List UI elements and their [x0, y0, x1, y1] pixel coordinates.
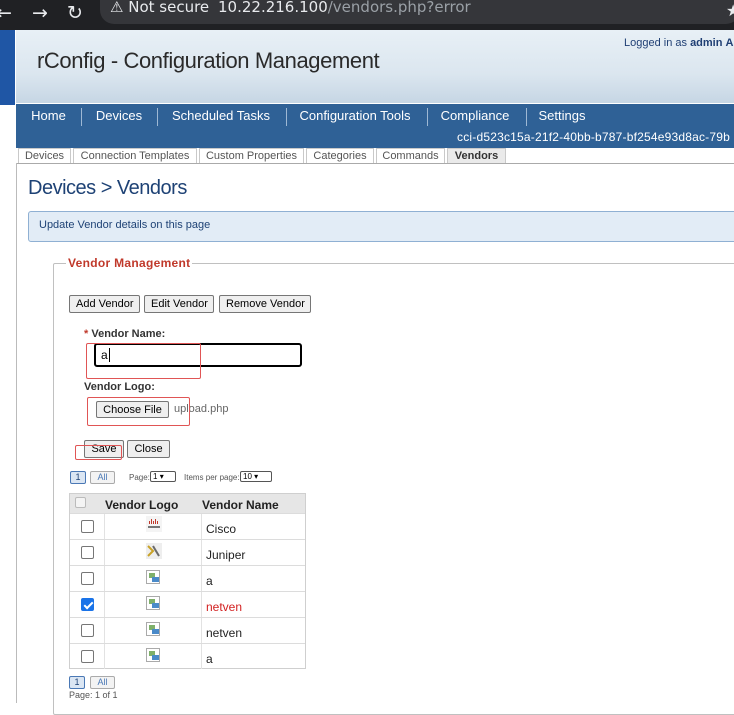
logged-in-user[interactable]: admin	[690, 37, 722, 49]
fieldset-legend: Vendor Management	[66, 256, 193, 270]
cisco-logo-icon	[146, 516, 162, 532]
column-header-logo: Vendor Logo	[105, 498, 179, 512]
broken-image-icon	[146, 622, 160, 636]
url-text[interactable]: 10.22.216.100/vendors.php?error	[218, 0, 471, 16]
page-count-value: 1 of 1	[95, 690, 118, 700]
items-per-page-select[interactable]: 10 ▾	[240, 471, 272, 482]
nav-configuration-tools[interactable]: Configuration Tools	[290, 104, 420, 128]
page-title: Devices > Vendors	[28, 177, 187, 199]
vendor-name: a	[206, 652, 213, 666]
logged-in-status: Logged in as admin A	[624, 37, 733, 49]
vendor-name: a	[206, 574, 213, 588]
vendor-name: Juniper	[206, 548, 246, 562]
items-per-page-value: 10	[243, 472, 252, 481]
vendor-name: netven	[206, 626, 243, 640]
chevron-down-icon: ▾	[159, 472, 164, 481]
subtabs-divider	[16, 163, 734, 164]
nav-home[interactable]: Home	[18, 104, 79, 128]
left-accent-bar	[0, 30, 15, 105]
page-select-label: Page:	[129, 473, 150, 482]
broken-image-icon	[146, 648, 160, 662]
close-button[interactable]: Close	[127, 440, 170, 458]
row-divider	[70, 617, 305, 618]
highlight-box	[87, 397, 190, 426]
nav-divider	[81, 108, 82, 126]
warning-triangle-icon: ⚠	[110, 0, 124, 16]
nav-settings[interactable]: Settings	[530, 104, 594, 128]
items-per-page-label: Items per page:	[184, 473, 240, 482]
row-checkbox[interactable]	[81, 546, 94, 559]
pager-page-1-bottom[interactable]: 1	[69, 676, 85, 689]
app-title: rConfig - Configuration Management	[37, 48, 380, 73]
security-indicator[interactable]: ⚠ Not secure	[110, 0, 209, 16]
row-checkbox[interactable]	[81, 650, 94, 663]
row-divider	[70, 643, 305, 644]
row-divider	[70, 591, 305, 592]
nav-divider	[157, 108, 158, 126]
subtab-vendors[interactable]: Vendors	[447, 148, 506, 164]
bookmark-star-icon[interactable]: ★	[726, 1, 734, 20]
remove-vendor-button[interactable]: Remove Vendor	[219, 295, 311, 313]
pager-all-bottom[interactable]: All	[90, 676, 115, 689]
subtab-commands[interactable]: Commands	[376, 148, 445, 164]
broken-image-icon	[146, 570, 160, 584]
add-vendor-button[interactable]: Add Vendor	[69, 295, 140, 313]
pager-page-1[interactable]: 1	[70, 471, 86, 484]
broken-image-icon	[146, 596, 160, 610]
url-host: 10.22.216.100	[218, 0, 328, 16]
info-text: Update Vendor details on this page	[39, 219, 211, 231]
page-count-prefix: Page:	[69, 690, 93, 700]
vendor-name-label: * Vendor Name:	[84, 328, 165, 340]
logged-in-suffix[interactable]: A	[726, 37, 734, 49]
pager-all[interactable]: All	[90, 471, 115, 484]
security-label: Not secure	[128, 0, 210, 16]
nav-compliance[interactable]: Compliance	[431, 104, 519, 128]
select-all-checkbox[interactable]	[75, 497, 86, 508]
row-checkbox[interactable]	[81, 520, 94, 533]
row-divider	[70, 539, 305, 540]
vendor-name-selected: netven	[206, 600, 243, 614]
back-arrow-icon[interactable]: ←	[0, 2, 12, 24]
row-checkbox-checked[interactable]	[81, 598, 94, 611]
vendor-name-label-text: Vendor Name:	[91, 328, 166, 340]
row-checkbox[interactable]	[81, 572, 94, 585]
row-checkbox[interactable]	[81, 624, 94, 637]
vendor-logo-label: Vendor Logo:	[84, 381, 155, 393]
subtab-custom-properties[interactable]: Custom Properties	[199, 148, 304, 164]
nav-divider	[286, 108, 287, 126]
required-marker: *	[84, 328, 89, 340]
content-border	[16, 163, 17, 703]
subtab-devices[interactable]: Devices	[18, 148, 71, 164]
edit-vendor-button[interactable]: Edit Vendor	[144, 295, 214, 313]
nav-devices[interactable]: Devices	[84, 104, 154, 128]
nav-divider	[427, 108, 428, 126]
subtab-categories[interactable]: Categories	[306, 148, 374, 164]
row-divider	[70, 513, 305, 514]
url-path: /vendors.php?error	[327, 0, 471, 16]
highlight-box	[75, 445, 122, 460]
page-select[interactable]: 1 ▾	[150, 471, 176, 482]
chevron-down-icon: ▾	[254, 472, 259, 481]
instance-id: cci-d523c15a-21f2-40bb-b787-bf254e93d8ac…	[457, 130, 730, 144]
highlight-box	[86, 343, 201, 379]
page-count: Page: 1 of 1	[69, 690, 118, 700]
nav-divider	[526, 108, 527, 126]
juniper-logo-icon	[146, 543, 162, 559]
vendor-name: Cisco	[206, 522, 237, 536]
reload-icon[interactable]: ↻	[67, 2, 83, 24]
logged-in-prefix: Logged in as	[624, 37, 687, 49]
page-select-value: 1	[153, 472, 158, 481]
column-header-name: Vendor Name	[202, 498, 279, 512]
forward-arrow-icon[interactable]: →	[32, 2, 48, 24]
row-divider	[70, 565, 305, 566]
subtab-connection-templates[interactable]: Connection Templates	[73, 148, 197, 164]
nav-scheduled-tasks[interactable]: Scheduled Tasks	[161, 104, 281, 128]
